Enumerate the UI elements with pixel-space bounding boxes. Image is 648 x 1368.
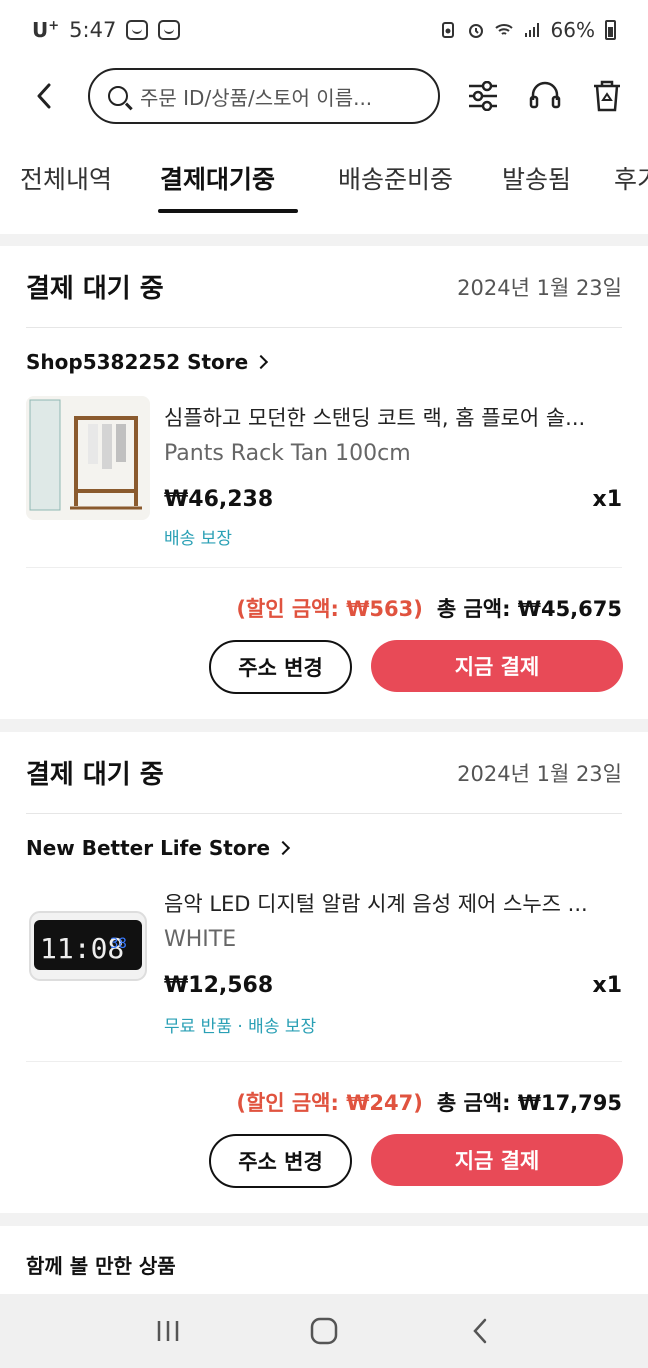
order-totals: (할인 금액: ₩563) 총 금액: ₩45,675 (236, 593, 622, 623)
clock-time: 5:47 (69, 18, 117, 42)
battery-icon (605, 20, 616, 40)
status-bar: U+ 5:47 66% (0, 0, 648, 60)
store-link[interactable]: Shop5382252 Store (26, 350, 269, 374)
order-status-tabs: 전체내역 결제대기중 배송준비중 발송됨 후기 (0, 132, 648, 234)
pay-now-button[interactable]: 지금 결제 (371, 640, 623, 692)
home-icon (310, 1317, 338, 1345)
system-nav-bar (0, 1294, 648, 1368)
recommendation-section: 함께 볼 만한 상품 (0, 1226, 648, 1294)
store-link[interactable]: New Better Life Store (26, 836, 291, 860)
change-address-button[interactable]: 주소 변경 (209, 640, 352, 694)
product-image[interactable] (26, 396, 150, 520)
wifi-icon (494, 24, 513, 35)
order-card: 결제 대기 중 2024년 1월 23일 Shop5382252 Store 심… (0, 246, 648, 719)
battery-saver-icon (441, 22, 454, 38)
discount-amount: (할인 금액: ₩247) (236, 1091, 423, 1115)
product-quantity: x1 (592, 973, 623, 998)
notification-icon (158, 20, 181, 40)
home-button[interactable] (304, 1311, 344, 1351)
chevron-right-icon (254, 354, 269, 370)
pay-now-button[interactable]: 지금 결제 (371, 1134, 623, 1186)
recent-apps-icon (157, 1321, 179, 1341)
store-name: Shop5382252 Store (26, 350, 249, 374)
alarm-icon (468, 24, 483, 38)
app-header: 주문 ID/상품/스토어 이름... (0, 60, 648, 132)
shipping-guarantee-tag: 배송 보장 (164, 529, 232, 549)
order-date: 2024년 1월 23일 (457, 761, 622, 786)
customer-service-button[interactable] (528, 79, 562, 113)
product-name[interactable]: 심플하고 모던한 스탠딩 코트 랙, 홈 플로어 솔... (164, 402, 622, 432)
carrier-label: U+ (32, 18, 60, 42)
tab-shipped[interactable]: 발송됨 (502, 160, 571, 196)
system-back-button[interactable] (460, 1311, 500, 1351)
signal-icon (524, 23, 539, 37)
tab-pending-payment[interactable]: 결제대기중 (160, 160, 275, 196)
order-status: 결제 대기 중 (26, 760, 164, 790)
order-status: 결제 대기 중 (26, 274, 164, 304)
filter-button[interactable] (466, 79, 500, 113)
product-quantity: x1 (592, 487, 623, 512)
battery-percent: 66% (550, 18, 595, 42)
notification-icon (126, 20, 149, 40)
order-date: 2024년 1월 23일 (457, 275, 622, 300)
product-variant: WHITE (164, 927, 237, 952)
active-tab-indicator (158, 209, 298, 213)
recycle-bin-button[interactable] (590, 79, 624, 113)
product-price: ₩46,238 (164, 487, 274, 512)
chevron-left-icon (37, 83, 51, 109)
product-price: ₩12,568 (164, 973, 274, 998)
product-variant: Pants Rack Tan 100cm (164, 441, 411, 466)
tab-review[interactable]: 후기 (614, 160, 648, 196)
back-button[interactable] (24, 76, 64, 116)
product-name[interactable]: 음악 LED 디지털 알람 시계 음성 제어 스누즈 ... (164, 888, 622, 918)
store-name: New Better Life Store (26, 836, 271, 860)
search-input[interactable]: 주문 ID/상품/스토어 이름... (88, 68, 440, 124)
discount-amount: (할인 금액: ₩563) (236, 597, 423, 621)
recent-apps-button[interactable] (148, 1311, 188, 1351)
total-amount: 총 금액: ₩17,795 (436, 1091, 622, 1115)
headset-icon (529, 81, 561, 109)
change-address-button[interactable]: 주소 변경 (209, 1134, 352, 1188)
trash-icon (594, 80, 620, 112)
total-amount: 총 금액: ₩45,675 (436, 597, 622, 621)
order-card: 결제 대기 중 2024년 1월 23일 New Better Life Sto… (0, 732, 648, 1213)
recommendation-title: 함께 볼 만한 상품 (26, 1254, 176, 1278)
divider (26, 1061, 622, 1062)
divider (26, 567, 622, 568)
search-placeholder: 주문 ID/상품/스토어 이름... (140, 85, 373, 110)
service-tags: 무료 반품 · 배송 보장 (164, 1017, 317, 1037)
order-totals: (할인 금액: ₩247) 총 금액: ₩17,795 (236, 1087, 622, 1117)
chevron-right-icon (275, 840, 291, 856)
back-icon (473, 1318, 487, 1344)
clock-display-side: 38 (110, 936, 127, 952)
product-image[interactable]: 11:08 38 (26, 882, 150, 1006)
tab-preparing[interactable]: 배송준비중 (338, 160, 453, 196)
tab-all[interactable]: 전체내역 (20, 160, 112, 196)
sliders-icon (469, 81, 497, 111)
search-icon (108, 86, 128, 106)
